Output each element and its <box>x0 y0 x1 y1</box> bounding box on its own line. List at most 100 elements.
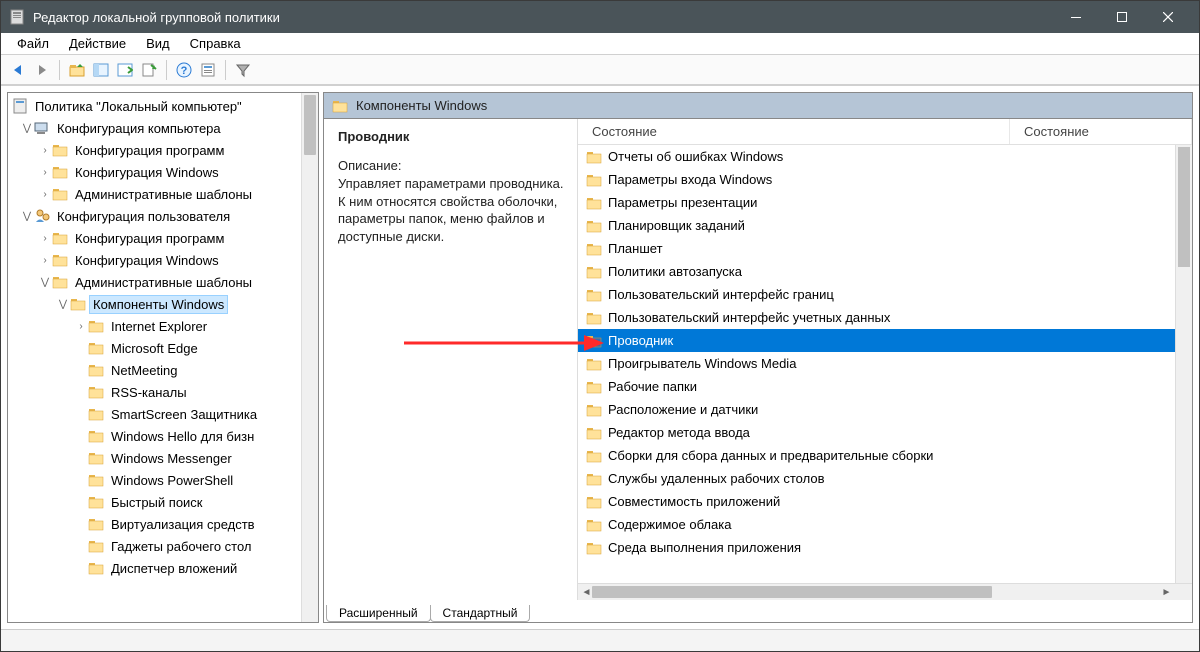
tree-item[interactable]: ›Административные шаблоны <box>8 183 318 205</box>
scrollbar-thumb[interactable] <box>1178 147 1190 267</box>
tree-item[interactable]: Microsoft Edge <box>8 337 318 359</box>
maximize-button[interactable] <box>1099 1 1145 33</box>
tree-item[interactable]: Гаджеты рабочего стол <box>8 535 318 557</box>
tree-label: NetMeeting <box>108 362 180 379</box>
policy-icon <box>12 98 28 114</box>
list-item[interactable]: Параметры презентации <box>578 191 1192 214</box>
tree-pane: Политика "Локальный компьютер" ⋁ Конфигу… <box>7 92 319 623</box>
list-item[interactable]: Отчеты об ошибках Windows <box>578 145 1192 168</box>
folder-icon <box>586 287 602 303</box>
list-item[interactable]: Планшет <box>578 237 1192 260</box>
list-item[interactable]: Содержимое облака <box>578 513 1192 536</box>
list-item[interactable]: Пользовательский интерфейс учетных данны… <box>578 306 1192 329</box>
folder-icon <box>586 425 602 441</box>
tree-item[interactable]: ›Конфигурация программ <box>8 139 318 161</box>
list-item[interactable]: Проигрыватель Windows Media <box>578 352 1192 375</box>
scroll-right-icon[interactable]: ► <box>1158 587 1175 598</box>
filter-button[interactable] <box>232 59 254 81</box>
list-item[interactable]: Расположение и датчики <box>578 398 1192 421</box>
tree-root[interactable]: Политика "Локальный компьютер" <box>8 95 318 117</box>
close-button[interactable] <box>1145 1 1191 33</box>
list-item[interactable]: Рабочие папки <box>578 375 1192 398</box>
tree[interactable]: Политика "Локальный компьютер" ⋁ Конфигу… <box>8 93 318 581</box>
minimize-button[interactable] <box>1053 1 1099 33</box>
list-item[interactable]: Совместимость приложений <box>578 490 1192 513</box>
expand-icon[interactable]: › <box>38 255 52 266</box>
tree-item[interactable]: ›Internet Explorer <box>8 315 318 337</box>
column-header-state[interactable]: Состояние <box>1010 119 1192 144</box>
expand-icon[interactable]: › <box>38 189 52 200</box>
folder-icon <box>88 538 104 554</box>
help-button[interactable]: ? <box>173 59 195 81</box>
list-item[interactable]: Параметры входа Windows <box>578 168 1192 191</box>
expand-icon[interactable]: › <box>38 167 52 178</box>
list-item[interactable]: Проводник <box>578 329 1192 352</box>
tree-computer-config[interactable]: ⋁ Конфигурация компьютера <box>8 117 318 139</box>
tree-item[interactable]: RSS-каналы <box>8 381 318 403</box>
tree-label: Windows Hello для бизн <box>108 428 257 445</box>
tree-item[interactable]: ›Конфигурация программ <box>8 227 318 249</box>
list-item[interactable]: Среда выполнения приложения <box>578 536 1192 559</box>
tree-item[interactable]: SmartScreen Защитника <box>8 403 318 425</box>
tree-item[interactable]: Windows PowerShell <box>8 469 318 491</box>
tree-item[interactable]: Быстрый поиск <box>8 491 318 513</box>
list-scrollbar-horizontal[interactable]: ◄ ► <box>578 583 1192 600</box>
list-item-label: Параметры презентации <box>608 195 757 210</box>
expand-icon[interactable]: › <box>38 145 52 156</box>
folder-icon <box>88 494 104 510</box>
column-header-state[interactable]: Состояние <box>578 119 1010 144</box>
list-body: Проводник Описание: Управляет параметрам… <box>324 119 1192 600</box>
show-hide-tree-button[interactable] <box>90 59 112 81</box>
tree-windows-components[interactable]: ⋁Компоненты Windows <box>8 293 318 315</box>
folder-icon <box>586 172 602 188</box>
expand-icon[interactable]: › <box>38 233 52 244</box>
list-item[interactable]: Политики автозапуска <box>578 260 1192 283</box>
scrollbar-thumb[interactable] <box>304 95 316 155</box>
menu-view[interactable]: Вид <box>136 34 180 53</box>
list-item-label: Политики автозапуска <box>608 264 742 279</box>
tree-label: Диспетчер вложений <box>108 560 240 577</box>
collapse-icon[interactable]: ⋁ <box>56 299 70 310</box>
list-item-label: Планировщик заданий <box>608 218 745 233</box>
up-button[interactable] <box>66 59 88 81</box>
refresh-button[interactable] <box>138 59 160 81</box>
tree-item[interactable]: Windows Hello для бизн <box>8 425 318 447</box>
tree-item[interactable]: Windows Messenger <box>8 447 318 469</box>
export-button[interactable] <box>114 59 136 81</box>
back-button[interactable] <box>7 59 29 81</box>
titlebar: Редактор локальной групповой политики <box>1 1 1199 33</box>
folder-icon <box>52 164 68 180</box>
folder-icon <box>52 252 68 268</box>
menu-action[interactable]: Действие <box>59 34 136 53</box>
tree-item[interactable]: ›Конфигурация Windows <box>8 161 318 183</box>
tree-admin-templates[interactable]: ⋁Административные шаблоны <box>8 271 318 293</box>
collapse-icon[interactable]: ⋁ <box>20 211 34 222</box>
menu-help[interactable]: Справка <box>180 34 251 53</box>
scrollbar-thumb[interactable] <box>592 586 992 598</box>
tree-item[interactable]: ›Конфигурация Windows <box>8 249 318 271</box>
list-scrollbar-vertical[interactable] <box>1175 145 1192 583</box>
tree-scrollbar[interactable] <box>301 93 318 622</box>
menu-file[interactable]: Файл <box>7 34 59 53</box>
list-item-label: Сборки для сбора данных и предварительны… <box>608 448 933 463</box>
list-item[interactable]: Службы удаленных рабочих столов <box>578 467 1192 490</box>
properties-button[interactable] <box>197 59 219 81</box>
tree-item[interactable]: NetMeeting <box>8 359 318 381</box>
tab-extended[interactable]: Расширенный <box>326 605 431 622</box>
folder-icon <box>586 494 602 510</box>
tree-label: Windows Messenger <box>108 450 235 467</box>
tab-standard[interactable]: Стандартный <box>430 605 531 622</box>
list-item[interactable]: Пользовательский интерфейс границ <box>578 283 1192 306</box>
items-list[interactable]: Отчеты об ошибках WindowsПараметры входа… <box>578 145 1192 583</box>
tree-item[interactable]: Диспетчер вложений <box>8 557 318 579</box>
expand-icon[interactable]: › <box>74 321 88 332</box>
list-item[interactable]: Сборки для сбора данных и предварительны… <box>578 444 1192 467</box>
forward-button[interactable] <box>31 59 53 81</box>
list-item[interactable]: Редактор метода ввода <box>578 421 1192 444</box>
items-column: Состояние Состояние Отчеты об ошибках Wi… <box>578 119 1192 600</box>
tree-user-config[interactable]: ⋁ Конфигурация пользователя <box>8 205 318 227</box>
tree-item[interactable]: Виртуализация средств <box>8 513 318 535</box>
collapse-icon[interactable]: ⋁ <box>38 277 52 288</box>
collapse-icon[interactable]: ⋁ <box>20 123 34 134</box>
list-item[interactable]: Планировщик заданий <box>578 214 1192 237</box>
